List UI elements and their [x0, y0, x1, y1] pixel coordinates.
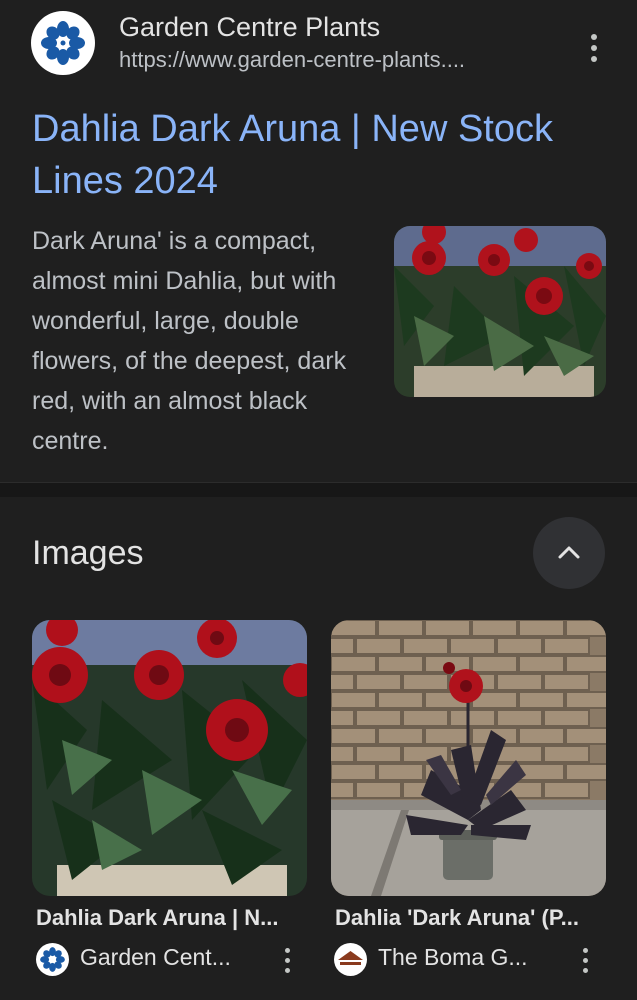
more-options-icon[interactable] — [579, 28, 609, 68]
image-result-1[interactable] — [32, 620, 307, 896]
image-source-2[interactable]: The Boma G... — [378, 944, 528, 971]
result-snippet: Dark Aruna' is a compact, almost mini Da… — [32, 227, 347, 455]
images-section-heading: Images — [32, 534, 144, 572]
result-title-link[interactable]: Dahlia Dark Aruna | New Stock Lines 2024 — [32, 103, 612, 207]
site-favicon[interactable] — [31, 11, 95, 75]
blue-flower-icon — [36, 943, 69, 976]
image-title-1[interactable]: Dahlia Dark Aruna | N... — [36, 905, 279, 931]
image-source-1[interactable]: Garden Cent... — [80, 944, 231, 971]
section-divider — [0, 482, 637, 497]
site-name[interactable]: Garden Centre Plants — [119, 12, 380, 43]
more-options-icon[interactable] — [570, 940, 600, 980]
result-thumbnail[interactable] — [394, 226, 606, 397]
chevron-up-icon — [558, 546, 580, 559]
image-title-2[interactable]: Dahlia 'Dark Aruna' (P... — [335, 905, 579, 931]
image-result-2[interactable] — [331, 620, 606, 896]
blue-flower-icon — [41, 21, 85, 65]
collapse-images-button[interactable] — [533, 517, 605, 589]
site-url[interactable]: https://www.garden-centre-plants.... — [119, 47, 529, 73]
search-result: Garden Centre Plants https://www.garden-… — [0, 0, 637, 482]
boma-roof-icon — [334, 943, 367, 976]
more-options-icon[interactable] — [272, 940, 302, 980]
